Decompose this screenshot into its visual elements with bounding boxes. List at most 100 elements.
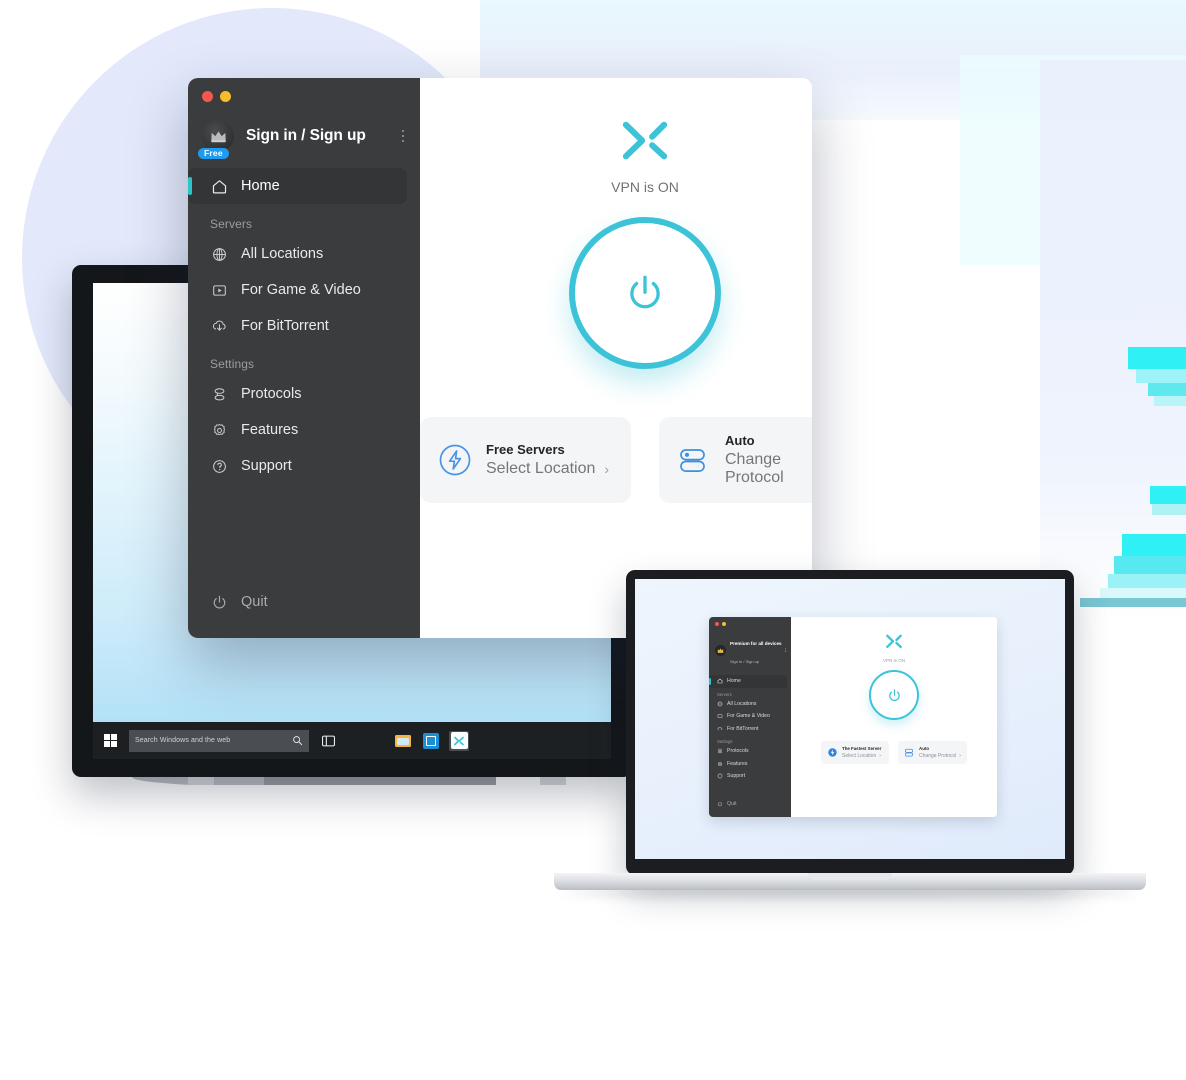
laptop-sidebar-item-features[interactable]: Features — [709, 758, 787, 771]
power-icon — [717, 801, 723, 807]
kebab-menu-icon[interactable] — [785, 647, 786, 653]
x-vpn-taskbar-icon[interactable] — [449, 730, 469, 751]
microsoft-store-icon[interactable] — [421, 731, 441, 751]
decor-stripe — [1152, 504, 1186, 515]
windows-start-icon[interactable] — [93, 734, 127, 747]
laptop-card-texts: Auto Change Protocol › — [919, 746, 961, 759]
scene: Search Windows and the web Free Sign in … — [0, 0, 1186, 1080]
search-input[interactable]: Search Windows and the web — [129, 729, 309, 752]
minimize-icon[interactable] — [721, 622, 726, 626]
laptop-vpn-power-button[interactable] — [869, 670, 919, 720]
laptop-sidebar-item-label: All Locations — [727, 700, 757, 707]
laptop-vpn-status-text: VPN is ON — [882, 658, 906, 663]
laptop-sidebar-item-support[interactable]: Support — [709, 770, 787, 783]
laptop-sidebar-item-for-bittorrent[interactable]: For BitTorrent — [709, 723, 787, 736]
xvpn-app-window: Free Sign in / Sign up Home Servers All … — [188, 78, 812, 638]
windows-taskbar: Search Windows and the web — [93, 722, 611, 759]
globe-icon — [717, 701, 723, 707]
gear-icon — [210, 421, 228, 439]
decor-stripe — [1122, 534, 1186, 556]
laptop-change-protocol-card[interactable]: Auto Change Protocol › — [898, 741, 967, 764]
sidebar-nav: Home Servers All Locations For Game & Vi… — [188, 168, 420, 584]
laptop-account-texts: Premium for all devices Sign in / Sign u… — [730, 632, 785, 668]
laptop-card-subtitle: Change Protocol — [919, 752, 957, 759]
sidebar-item-features[interactable]: Features — [188, 412, 407, 448]
laptop-sidebar-item-label: Support — [727, 773, 746, 780]
window-traffic-lights — [188, 78, 420, 102]
question-circle-icon — [717, 773, 723, 779]
app-main-panel: VPN is ON Free Servers Select Location ›… — [420, 78, 812, 638]
sidebar-item-label: Protocols — [241, 386, 302, 402]
account-row[interactable]: Free Sign in / Sign up — [188, 102, 420, 159]
toggle-switches-icon — [904, 747, 915, 758]
laptop-sidebar-item-for-game-and-video[interactable]: For Game & Video — [709, 710, 787, 723]
laptop-account-row[interactable]: Premium for all devices Sign in / Sign u… — [709, 626, 791, 668]
lightning-bolt-circle-icon — [438, 443, 472, 477]
decor-stripe — [1128, 347, 1186, 369]
card-title: Free Servers — [486, 442, 565, 457]
sidebar-item-protocols[interactable]: Protocols — [188, 376, 407, 412]
laptop-sidebar-item-all-locations[interactable]: All Locations — [709, 698, 787, 711]
close-icon[interactable] — [202, 91, 213, 102]
kebab-menu-icon[interactable] — [398, 126, 409, 147]
sidebar-item-for-bittorrent[interactable]: For BitTorrent — [188, 308, 407, 344]
home-icon — [210, 177, 228, 195]
vpn-power-button[interactable] — [569, 217, 721, 369]
minimize-icon[interactable] — [220, 91, 231, 102]
vpn-status-text: VPN is ON — [611, 179, 679, 195]
sidebar-item-home[interactable]: Home — [188, 168, 407, 204]
laptop-lid: Premium for all devices Sign in / Sign u… — [626, 570, 1074, 875]
protocols-icon — [717, 748, 723, 754]
sidebar-item-label: All Locations — [241, 246, 324, 262]
laptop-app-sidebar: Premium for all devices Sign in / Sign u… — [709, 617, 791, 817]
card-texts: Auto Change Protocol › — [725, 433, 812, 487]
crown-icon — [210, 130, 226, 142]
laptop-action-cards: The Fastest Server Select Location › Aut… — [821, 741, 967, 764]
file-explorer-icon[interactable] — [393, 731, 413, 751]
laptop-sidebar-item-quit[interactable]: Quit — [709, 798, 791, 810]
protocols-icon — [210, 385, 228, 403]
sidebar-item-label: Features — [241, 422, 299, 438]
sidebar-item-label: For Game & Video — [241, 282, 361, 298]
laptop-sidebar-item-protocols[interactable]: Protocols — [709, 745, 787, 758]
sidebar-item-quit[interactable]: Quit — [188, 584, 420, 620]
laptop-sidebar-group-settings: Settings — [717, 739, 733, 744]
card-subtitle: Change Protocol — [725, 451, 784, 487]
video-play-icon — [210, 281, 228, 299]
laptop-sidebar-item-home[interactable]: Home — [709, 675, 787, 688]
search-placeholder: Search Windows and the web — [135, 737, 231, 744]
decor-stripe — [1150, 486, 1186, 504]
laptop-card-title: The Fastest Server — [842, 746, 882, 751]
crown-icon — [717, 648, 724, 653]
select-location-card[interactable]: Free Servers Select Location › — [420, 417, 631, 504]
laptop-app-main-panel: VPN is ON The Fastest Server Select Loca… — [791, 617, 997, 817]
close-icon[interactable] — [715, 622, 719, 626]
task-view-icon[interactable] — [315, 735, 341, 747]
decor-stripe — [1154, 396, 1186, 406]
sidebar-item-all-locations[interactable]: All Locations — [188, 236, 407, 272]
laptop-sidebar-item-label: Quit — [727, 801, 737, 807]
power-icon — [630, 275, 660, 309]
account-name: Sign in / Sign up — [246, 127, 366, 144]
taskbar-apps — [393, 730, 469, 751]
chevron-right-icon: › — [879, 752, 881, 759]
sidebar-group-settings: Settings — [210, 357, 255, 371]
decor-stripe — [1136, 369, 1186, 383]
globe-icon — [210, 245, 228, 263]
free-badge: Free — [198, 147, 229, 159]
laptop-sidebar-nav: Home Servers All Locations For Game & Vi… — [709, 675, 791, 783]
laptop-base — [554, 873, 1146, 890]
change-protocol-card[interactable]: Auto Change Protocol › — [659, 417, 812, 504]
app-sidebar: Free Sign in / Sign up Home Servers All … — [188, 78, 420, 638]
chevron-right-icon: › — [959, 752, 961, 759]
sidebar-item-for-game-and-video[interactable]: For Game & Video — [188, 272, 407, 308]
card-subtitle-row: Select Location › — [486, 460, 609, 478]
card-title: Auto — [725, 433, 755, 448]
laptop-select-location-card[interactable]: The Fastest Server Select Location › — [821, 741, 890, 764]
laptop-card-subtitle: Select Location — [842, 752, 877, 759]
laptop-card-texts: The Fastest Server Select Location › — [842, 746, 881, 759]
laptop-notch — [808, 873, 892, 880]
power-icon — [888, 688, 900, 701]
download-cloud-icon — [717, 726, 723, 732]
sidebar-item-support[interactable]: Support — [188, 448, 407, 484]
